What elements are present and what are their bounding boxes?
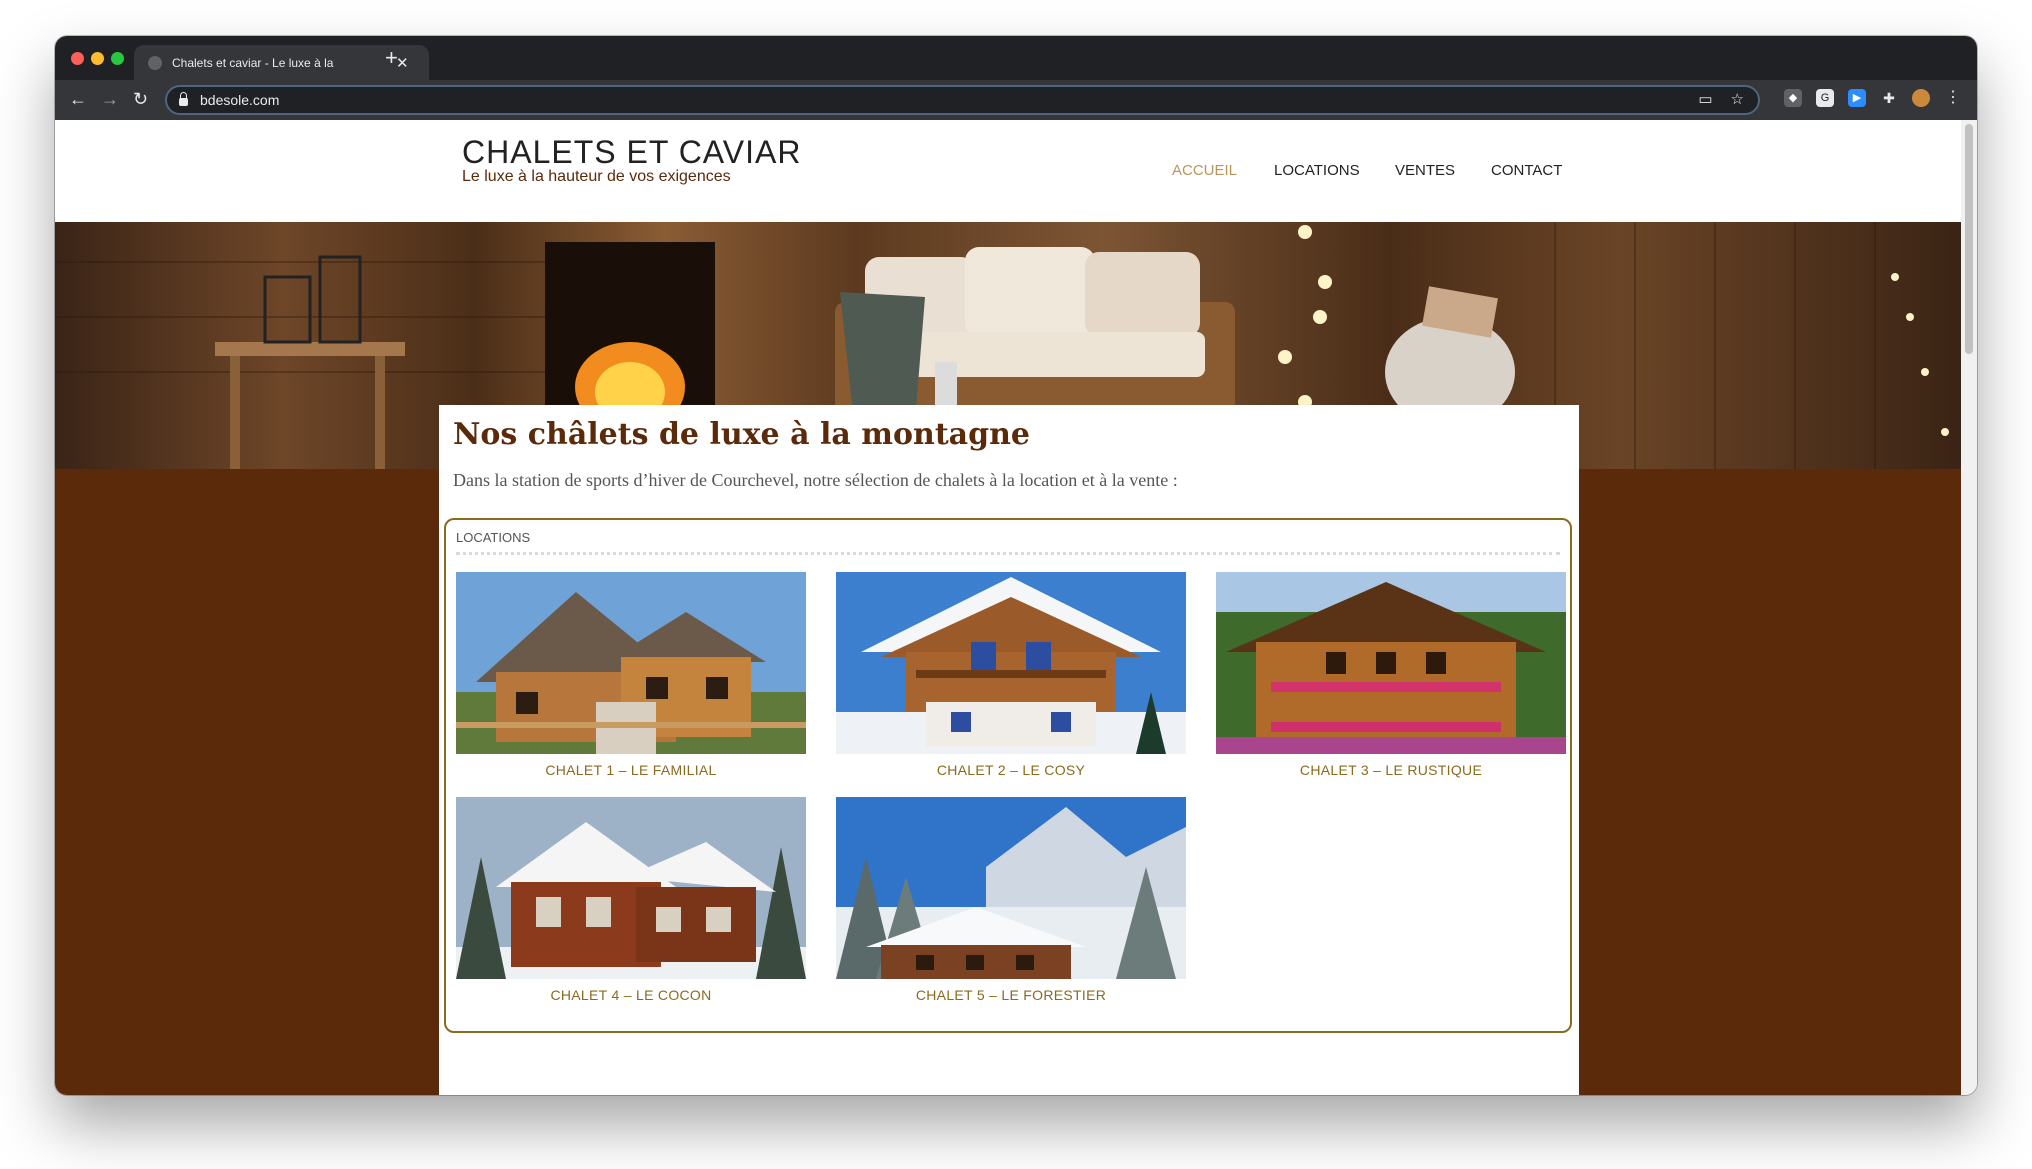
dropbox-extension-icon[interactable]: ◆	[1784, 89, 1802, 107]
locations-section: LOCATIONS CHALET 1 – LE FAMILIAL CHALET …	[444, 518, 1572, 1033]
page-scrollbar[interactable]	[1961, 120, 1977, 1095]
chalet-card-1[interactable]: CHALET 1 – LE FAMILIAL	[456, 572, 806, 778]
profile-avatar[interactable]	[1912, 89, 1930, 107]
site-title[interactable]: CHALETS ET CAVIAR	[462, 134, 801, 171]
close-window-button[interactable]	[71, 52, 84, 65]
chalet-card-3[interactable]: CHALET 3 – LE RUSTIQUE	[1216, 572, 1566, 778]
browser-window: Chalets et caviar - Le luxe à la ✕ + ← →…	[55, 36, 1977, 1095]
nav-accueil[interactable]: ACCUEIL	[1172, 162, 1237, 179]
page-viewport: CHALETS ET CAVIAR Le luxe à la hauteur d…	[55, 120, 1961, 1095]
section-label: LOCATIONS	[456, 530, 531, 545]
chalet-1-photo[interactable]	[456, 572, 806, 754]
nav-contact[interactable]: CONTACT	[1491, 162, 1562, 179]
chalet-3-link[interactable]: CHALET 3 – LE RUSTIQUE	[1216, 762, 1566, 778]
chalet-2-link[interactable]: CHALET 2 – LE COSY	[836, 762, 1186, 778]
cast-icon[interactable]: ▭	[1698, 90, 1712, 108]
chalet-2-photo[interactable]	[836, 572, 1186, 754]
chalet-4-link[interactable]: CHALET 4 – LE COCON	[456, 987, 806, 1003]
address-bar[interactable]: bdesole.com ▭ ☆	[165, 85, 1760, 115]
divider	[456, 552, 1560, 555]
chalet-1-link[interactable]: CHALET 1 – LE FAMILIAL	[456, 762, 806, 778]
site-header: CHALETS ET CAVIAR Le luxe à la hauteur d…	[55, 120, 1961, 222]
tab-close-icon[interactable]: ✕	[396, 54, 409, 72]
chalet-5-link[interactable]: CHALET 5 – LE FORESTIER	[836, 987, 1186, 1003]
back-button[interactable]: ←	[69, 88, 87, 110]
grammar-extension-icon[interactable]: G	[1816, 89, 1834, 107]
minimize-window-button[interactable]	[91, 52, 104, 65]
chalet-card-4[interactable]: CHALET 4 – LE COCON	[456, 797, 806, 1003]
zoom-extension-icon[interactable]: ▶	[1848, 89, 1866, 107]
chalet-3-photo[interactable]	[1216, 572, 1566, 754]
nav-ventes[interactable]: VENTES	[1395, 162, 1455, 179]
chalet-5-photo[interactable]	[836, 797, 1186, 979]
url-text[interactable]: bdesole.com	[200, 92, 279, 108]
browser-menu-icon[interactable]: ⋮	[1944, 89, 1962, 107]
lock-icon	[179, 92, 188, 106]
chalet-4-photo[interactable]	[456, 797, 806, 979]
forward-button[interactable]: →	[101, 88, 119, 110]
chalet-card-5[interactable]: CHALET 5 – LE FORESTIER	[836, 797, 1186, 1003]
scrollbar-thumb[interactable]	[1965, 124, 1973, 354]
maximize-window-button[interactable]	[111, 52, 124, 65]
site-tagline: Le luxe à la hauteur de vos exigences	[462, 168, 731, 185]
chalet-card-2[interactable]: CHALET 2 – LE COSY	[836, 572, 1186, 778]
main-content: Nos châlets de luxe à la montagne Dans l…	[439, 405, 1579, 1095]
browser-toolbar: ← → ↻ bdesole.com ▭ ☆ ◆ G ▶ ✚ ⋮	[55, 80, 1977, 120]
tab-title: Chalets et caviar - Le luxe à la	[172, 55, 334, 70]
intro-text: Dans la station de sports d’hiver de Cou…	[453, 470, 1178, 490]
nav-locations[interactable]: LOCATIONS	[1274, 162, 1360, 179]
globe-icon	[148, 55, 162, 70]
puzzle-extensions-icon[interactable]: ✚	[1880, 89, 1898, 107]
new-tab-button[interactable]: +	[385, 46, 398, 70]
tab-strip: Chalets et caviar - Le luxe à la ✕ +	[55, 36, 1977, 80]
bookmark-star-icon[interactable]: ☆	[1731, 90, 1744, 108]
page-title: Nos châlets de luxe à la montagne	[453, 417, 1030, 452]
reload-button[interactable]: ↻	[133, 88, 148, 110]
